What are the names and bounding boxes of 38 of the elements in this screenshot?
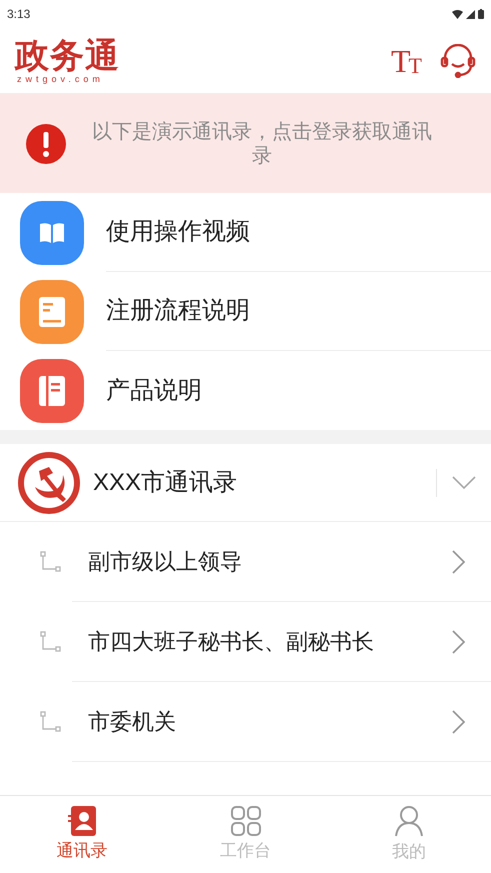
tree-branch-icon [40,631,62,653]
directory-item[interactable]: 副市级以上领导 [0,522,491,602]
alert-icon [26,124,66,164]
person-icon [395,804,424,837]
status-time: 3:13 [7,6,30,23]
customer-service-button[interactable] [440,44,476,78]
chevron-right-icon [451,710,465,734]
book-icon [39,222,65,244]
notebook-icon [39,376,65,406]
wifi-icon [452,10,463,18]
chevron-right-icon [451,550,465,574]
menu-item[interactable]: 使用操作视频 [0,193,491,272]
contact-book-icon [68,806,96,836]
directory-title: XXX市通讯录 [93,468,238,498]
app-logo: 政务通 [15,38,120,74]
tree-branch-icon [40,711,62,733]
directory-item-label: 副市级以上领导 [88,548,242,576]
signal-icon [466,10,475,18]
menu-label: 产品说明 [106,376,202,406]
menu-item[interactable]: 注册流程说明 [0,272,491,351]
directory-item-label: 市四大班子秘书长、副秘书长 [88,628,374,656]
menu-label: 使用操作视频 [106,217,250,247]
logo-subtitle: zwtgov.com [16,74,104,84]
directory-item[interactable]: 市委机关 [0,682,491,762]
menu-item[interactable]: 产品说明 [0,351,491,430]
document-icon [39,296,65,326]
menu-label: 注册流程说明 [106,296,250,326]
chevron-right-icon [451,630,465,654]
grid-icon [230,806,260,836]
directory-item-label: 市委机关 [88,708,176,736]
tree-branch-icon [40,551,62,573]
notice-text: 以下是演示通讯录，点击登录获取通讯录 [92,120,432,168]
tab-item[interactable]: 通讯录 [0,796,164,873]
emblem-icon [17,450,81,514]
font-size-button[interactable]: TT [391,44,422,76]
directory-header[interactable]: XXX市通讯录 [0,444,491,522]
battery-icon [478,9,484,19]
directory-item[interactable]: 市四大班子秘书长、副秘书长 [0,602,491,682]
